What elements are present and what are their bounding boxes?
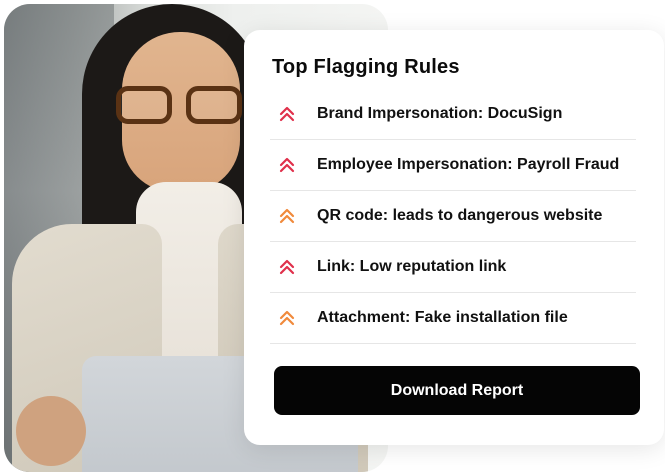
- rules-list: Brand Impersonation: DocuSign Employee I…: [270, 89, 636, 344]
- photo-glasses: [116, 86, 246, 130]
- rule-label: QR code: leads to dangerous website: [317, 207, 603, 224]
- stage: Top Flagging Rules Brand Impersonation: …: [0, 0, 665, 476]
- list-item: Link: Low reputation link: [270, 242, 636, 293]
- rule-label: Link: Low reputation link: [317, 258, 507, 275]
- rule-label: Attachment: Fake installation file: [317, 309, 568, 326]
- download-report-button[interactable]: Download Report: [274, 366, 640, 415]
- double-chevron-up-icon: [279, 310, 295, 326]
- list-item: Employee Impersonation: Payroll Fraud: [270, 140, 636, 191]
- card-title: Top Flagging Rules: [272, 56, 460, 78]
- list-item: Brand Impersonation: DocuSign: [270, 89, 636, 140]
- photo-hand: [16, 396, 86, 466]
- double-chevron-up-icon: [279, 157, 295, 173]
- rule-label: Employee Impersonation: Payroll Fraud: [317, 156, 620, 173]
- rule-label: Brand Impersonation: DocuSign: [317, 105, 563, 122]
- flagging-rules-card: Top Flagging Rules Brand Impersonation: …: [244, 30, 664, 445]
- list-item: QR code: leads to dangerous website: [270, 191, 636, 242]
- list-item: Attachment: Fake installation file: [270, 293, 636, 344]
- double-chevron-up-icon: [279, 259, 295, 275]
- double-chevron-up-icon: [279, 208, 295, 224]
- double-chevron-up-icon: [279, 106, 295, 122]
